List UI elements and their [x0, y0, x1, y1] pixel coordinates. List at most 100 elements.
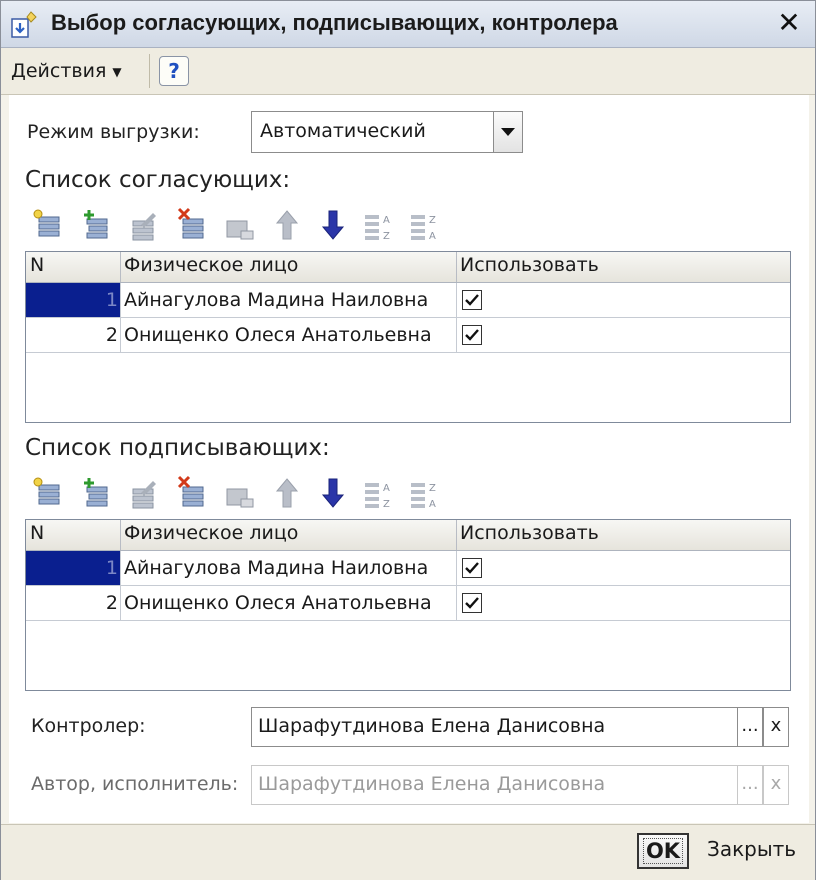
sort-descending-icon[interactable]: ZA — [409, 207, 441, 243]
svg-text:A: A — [429, 231, 436, 242]
form-content: Режим выгрузки: Автоматический Список со… — [9, 95, 809, 823]
person-cell[interactable]: Айнагулова Мадина Наиловна — [124, 551, 428, 585]
column-header-n[interactable]: N — [30, 522, 44, 544]
controller-select-button[interactable]: ... — [737, 707, 763, 747]
move-up-icon[interactable] — [271, 475, 303, 511]
column-header-n[interactable]: N — [30, 254, 44, 276]
edit-row-icon[interactable] — [127, 207, 159, 243]
end-edit-icon[interactable] — [223, 207, 255, 243]
document-select-icon — [11, 11, 37, 38]
controller-value: Шарафутдинова Елена Данисовна — [258, 715, 606, 737]
dialog-window: Выбор согласующих, подписывающих, контро… — [0, 0, 816, 880]
toolbar-separator — [149, 54, 150, 88]
signers-toolbar: AZ ZA — [31, 475, 451, 511]
column-header-person[interactable]: Физическое лицо — [124, 522, 298, 544]
sort-ascending-icon[interactable]: AZ — [363, 475, 395, 511]
chevron-down-icon: ▼ — [112, 64, 122, 79]
person-cell[interactable]: Айнагулова Мадина Наиловна — [124, 283, 428, 317]
actions-menu-label: Действия — [11, 60, 107, 82]
person-cell[interactable]: Онищенко Олеся Анатольевна — [124, 318, 432, 352]
use-checkbox[interactable] — [462, 325, 482, 345]
checkmark-icon — [465, 329, 479, 341]
ok-button[interactable]: OK — [637, 833, 689, 869]
author-select-button: ... — [737, 765, 763, 805]
checkmark-icon — [465, 597, 479, 609]
table-row[interactable]: 2 Онищенко Олеся Анатольевна — [26, 318, 790, 353]
cell-divider — [120, 283, 121, 317]
svg-text:A: A — [383, 483, 390, 494]
sort-descending-icon[interactable]: ZA — [409, 475, 441, 511]
cell-divider — [120, 551, 121, 585]
column-divider — [120, 252, 121, 282]
svg-text:Z: Z — [383, 499, 390, 510]
dropdown-arrow-icon[interactable] — [493, 112, 522, 152]
help-button[interactable]: ? — [159, 56, 189, 86]
delete-row-icon[interactable] — [175, 207, 207, 243]
approvers-title: Список согласующих: — [25, 167, 291, 193]
ok-button-label: OK — [642, 838, 684, 864]
end-edit-icon[interactable] — [223, 475, 255, 511]
row-number: 1 — [26, 283, 120, 317]
column-divider — [456, 252, 457, 282]
column-header-use[interactable]: Использовать — [460, 522, 599, 544]
column-divider — [456, 520, 457, 550]
checkmark-icon — [465, 294, 479, 306]
row-number: 1 — [26, 551, 120, 585]
row-number: 2 — [105, 324, 118, 346]
approvers-table: N Физическое лицо Использовать 1 Айнагул… — [25, 251, 791, 423]
title-bar: Выбор согласующих, подписывающих, контро… — [1, 1, 815, 48]
person-cell[interactable]: Онищенко Олеся Анатольевна — [124, 586, 432, 620]
help-icon: ? — [168, 59, 180, 83]
cell-divider — [120, 586, 121, 620]
controller-clear-icon[interactable]: x — [763, 707, 789, 747]
signers-table: N Физическое лицо Использовать 1 Айнагул… — [25, 519, 791, 691]
close-icon[interactable]: ✕ — [773, 7, 805, 39]
cell-divider — [456, 551, 457, 585]
svg-text:Z: Z — [429, 483, 436, 494]
table-row[interactable]: 2 Онищенко Олеся Анатольевна — [26, 586, 790, 621]
svg-text:Z: Z — [429, 215, 436, 226]
export-mode-select[interactable]: Автоматический — [251, 111, 523, 153]
column-header-person[interactable]: Физическое лицо — [124, 254, 298, 276]
column-divider — [120, 520, 121, 550]
approvers-toolbar: AZ ZA — [31, 207, 451, 243]
command-bar: Действия ▼ ? — [1, 48, 815, 95]
svg-text:A: A — [429, 499, 436, 510]
table-row[interactable]: 1 Айнагулова Мадина Наиловна — [26, 283, 790, 318]
export-mode-value: Автоматический — [260, 120, 426, 142]
copy-row-icon[interactable] — [79, 475, 111, 511]
copy-row-icon[interactable] — [79, 207, 111, 243]
add-row-icon[interactable] — [31, 207, 63, 243]
move-up-icon[interactable] — [271, 207, 303, 243]
row-number: 2 — [105, 592, 118, 614]
add-row-icon[interactable] — [31, 475, 63, 511]
column-header-use[interactable]: Использовать — [460, 254, 599, 276]
cell-divider — [456, 586, 457, 620]
edit-row-icon[interactable] — [127, 475, 159, 511]
controller-field[interactable]: Шарафутдинова Елена Данисовна — [251, 707, 763, 747]
close-button[interactable]: Закрыть — [707, 837, 796, 861]
checkmark-icon — [465, 562, 479, 574]
controller-label: Контролер: — [31, 715, 146, 737]
author-label: Автор, исполнитель: — [31, 773, 239, 795]
use-checkbox[interactable] — [462, 558, 482, 578]
move-down-icon[interactable] — [317, 475, 349, 511]
table-row[interactable]: 1 Айнагулова Мадина Наиловна — [26, 551, 790, 586]
dialog-footer: OK Закрыть — [1, 824, 815, 880]
move-down-icon[interactable] — [317, 207, 349, 243]
author-clear-icon: x — [763, 765, 789, 805]
sort-ascending-icon[interactable]: AZ — [363, 207, 395, 243]
window-title: Выбор согласующих, подписывающих, контро… — [51, 10, 618, 35]
table-header: N Физическое лицо Использовать — [26, 252, 790, 283]
delete-row-icon[interactable] — [175, 475, 207, 511]
cell-divider — [456, 318, 457, 352]
svg-text:Z: Z — [383, 231, 390, 242]
table-header: N Физическое лицо Использовать — [26, 520, 790, 551]
author-value: Шарафутдинова Елена Данисовна — [258, 773, 606, 795]
svg-text:A: A — [383, 215, 390, 226]
use-checkbox[interactable] — [462, 290, 482, 310]
use-checkbox[interactable] — [462, 593, 482, 613]
cell-divider — [456, 283, 457, 317]
actions-menu[interactable]: Действия ▼ — [11, 57, 122, 85]
author-field: Шарафутдинова Елена Данисовна — [251, 765, 763, 805]
